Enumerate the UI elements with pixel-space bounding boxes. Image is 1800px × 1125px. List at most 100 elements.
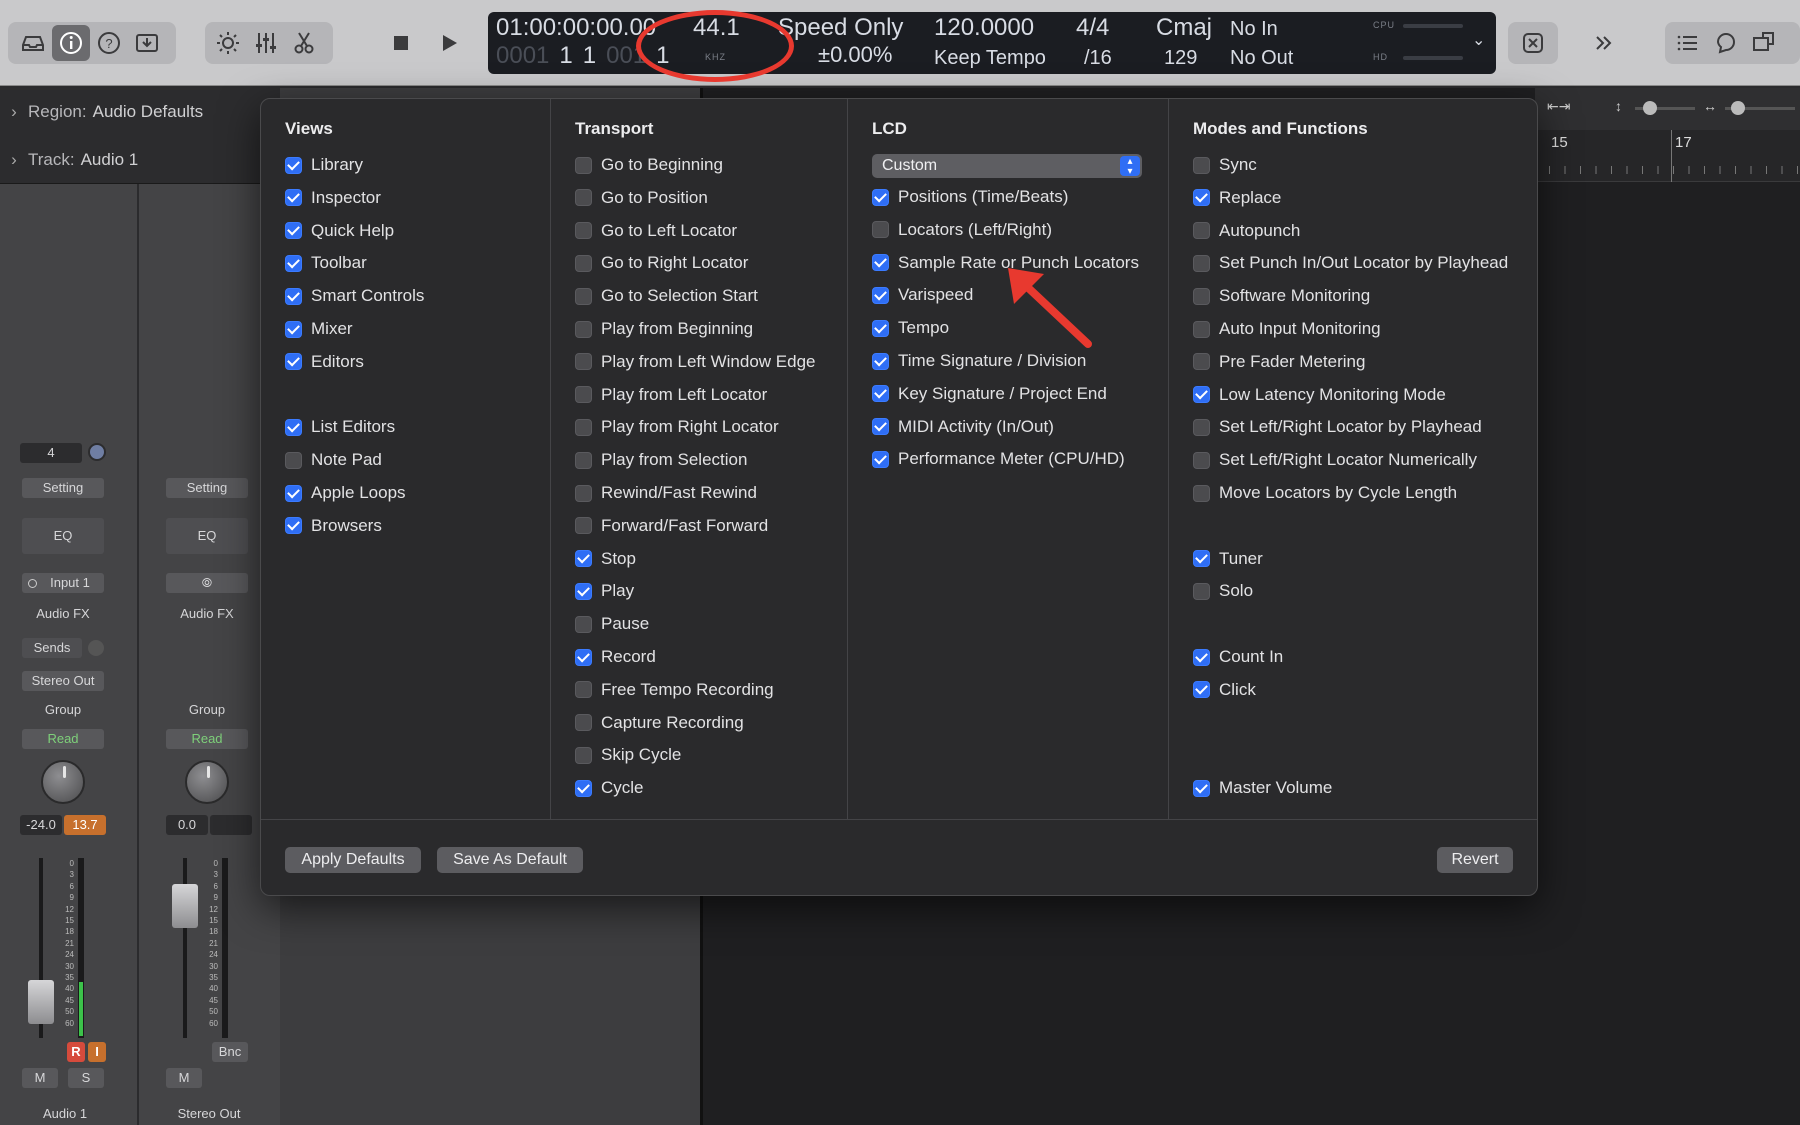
quick-help-icon[interactable]: ? (90, 25, 128, 61)
checkbox-unchecked[interactable] (1193, 582, 1210, 600)
option-go-to-right-locator[interactable]: Go to Right Locator (575, 251, 748, 275)
revert-button[interactable]: Revert (1437, 847, 1513, 873)
checkbox-unchecked[interactable] (575, 287, 592, 305)
checkbox-checked[interactable] (1193, 681, 1210, 699)
region-section[interactable]: › Region: Audio Defaults (0, 90, 280, 134)
checkbox-unchecked[interactable] (575, 746, 592, 764)
note-pad-icon[interactable] (1707, 25, 1745, 61)
strip-number-field[interactable]: 4 (20, 443, 82, 463)
checkbox-checked[interactable] (285, 222, 302, 240)
automation-mode[interactable]: Read (166, 729, 248, 749)
checkbox-unchecked[interactable] (575, 517, 592, 535)
option-count-in[interactable]: Count In (1193, 645, 1283, 669)
option-varispeed[interactable]: Varispeed (872, 283, 973, 307)
option-software-monitoring[interactable]: Software Monitoring (1193, 284, 1370, 308)
close-x-icon[interactable] (1514, 25, 1552, 61)
stereo-link-icon[interactable]: ⦾ (166, 573, 248, 593)
output-slot[interactable]: Stereo Out (22, 671, 104, 691)
checkbox-unchecked[interactable] (1193, 287, 1210, 305)
checkbox-unchecked[interactable] (1193, 484, 1210, 502)
option-locators-left-right[interactable]: Locators (Left/Right) (872, 218, 1052, 242)
option-editors[interactable]: Editors (285, 350, 364, 374)
option-cycle[interactable]: Cycle (575, 776, 644, 800)
option-performance-meter-cpu-hd[interactable]: Performance Meter (CPU/HD) (872, 447, 1125, 471)
play-icon[interactable] (430, 25, 468, 61)
group-slot[interactable]: Group (166, 702, 248, 717)
option-record[interactable]: Record (575, 645, 656, 669)
option-list-editors[interactable]: List Editors (285, 415, 395, 439)
checkbox-unchecked[interactable] (1193, 254, 1210, 272)
option-go-to-left-locator[interactable]: Go to Left Locator (575, 219, 737, 243)
checkbox-checked[interactable] (872, 385, 889, 403)
option-key-signature-project-end[interactable]: Key Signature / Project End (872, 382, 1107, 406)
checkbox-checked[interactable] (575, 779, 592, 797)
track-section[interactable]: › Track: Audio 1 (0, 138, 280, 182)
option-autopunch[interactable]: Autopunch (1193, 219, 1300, 243)
checkbox-unchecked[interactable] (575, 451, 592, 469)
option-stop[interactable]: Stop (575, 547, 636, 571)
toolbar-toggle-icon[interactable] (128, 25, 166, 61)
mute-button[interactable]: M (22, 1068, 58, 1088)
option-play-from-left-locator[interactable]: Play from Left Locator (575, 383, 767, 407)
option-midi-activity-in-out[interactable]: MIDI Activity (In/Out) (872, 415, 1054, 439)
checkbox-checked[interactable] (285, 517, 302, 535)
checkbox-checked[interactable] (1193, 550, 1210, 568)
option-positions-time-beats[interactable]: Positions (Time/Beats) (872, 185, 1068, 209)
sends-slot[interactable]: Sends (22, 638, 82, 658)
checkbox-unchecked[interactable] (285, 451, 302, 469)
checkbox-checked[interactable] (285, 484, 302, 502)
option-replace[interactable]: Replace (1193, 186, 1281, 210)
checkbox-checked[interactable] (575, 648, 592, 666)
checkbox-checked[interactable] (872, 352, 889, 370)
checkbox-unchecked[interactable] (1193, 222, 1210, 240)
strip-name[interactable]: Stereo Out (152, 1106, 266, 1121)
stop-icon[interactable] (382, 25, 420, 61)
checkbox-checked[interactable] (1193, 779, 1210, 797)
checkbox-checked[interactable] (872, 254, 889, 272)
option-go-to-position[interactable]: Go to Position (575, 186, 708, 210)
option-set-left-right-locator-by-playhead[interactable]: Set Left/Right Locator by Playhead (1193, 415, 1482, 439)
option-go-to-selection-start[interactable]: Go to Selection Start (575, 284, 758, 308)
input-monitor-knob[interactable] (88, 443, 106, 461)
checkbox-checked[interactable] (285, 156, 302, 174)
automation-mode[interactable]: Read (22, 729, 104, 749)
double-chevron-right-icon[interactable] (1585, 25, 1623, 61)
checkbox-unchecked[interactable] (575, 615, 592, 633)
checkbox-unchecked[interactable] (575, 418, 592, 436)
lcd-mode-select[interactable]: Custom ▴ ▾ (872, 154, 1142, 178)
checkbox-checked[interactable] (872, 450, 889, 468)
option-tempo[interactable]: Tempo (872, 316, 949, 340)
checkbox-checked[interactable] (872, 188, 889, 206)
checkbox-checked[interactable] (575, 582, 592, 600)
option-play-from-right-locator[interactable]: Play from Right Locator (575, 415, 779, 439)
audio-fx-slot[interactable]: Audio FX (166, 606, 248, 621)
option-click[interactable]: Click (1193, 678, 1256, 702)
option-library[interactable]: Library (285, 153, 363, 177)
checkbox-unchecked[interactable] (575, 386, 592, 404)
option-apple-loops[interactable]: Apple Loops (285, 481, 406, 505)
checkbox-unchecked[interactable] (575, 353, 592, 371)
volume-fader[interactable] (172, 884, 198, 928)
option-play-from-beginning[interactable]: Play from Beginning (575, 317, 753, 341)
chevron-right-icon[interactable]: › (0, 150, 28, 170)
checkbox-checked[interactable] (1193, 648, 1210, 666)
save-as-default-button[interactable]: Save As Default (437, 847, 583, 873)
eq-button[interactable]: EQ (22, 518, 104, 554)
list-editors-icon[interactable] (1669, 25, 1707, 61)
apply-defaults-button[interactable]: Apply Defaults (285, 847, 421, 873)
mute-button[interactable]: M (166, 1068, 202, 1088)
checkbox-unchecked[interactable] (872, 221, 889, 239)
zoom-to-fit-icon[interactable]: ⇤⇥ (1547, 98, 1570, 115)
checkbox-unchecked[interactable] (575, 320, 592, 338)
checkbox-checked[interactable] (1193, 189, 1210, 207)
vertical-zoom-thumb[interactable] (1643, 101, 1657, 115)
checkbox-checked[interactable] (1193, 386, 1210, 404)
checkbox-unchecked[interactable] (575, 222, 592, 240)
checkbox-unchecked[interactable] (575, 484, 592, 502)
checkbox-checked[interactable] (575, 550, 592, 568)
send-knob[interactable] (88, 640, 104, 656)
option-go-to-beginning[interactable]: Go to Beginning (575, 153, 723, 177)
checkbox-unchecked[interactable] (1193, 418, 1210, 436)
option-quick-help[interactable]: Quick Help (285, 219, 394, 243)
checkbox-unchecked[interactable] (575, 254, 592, 272)
